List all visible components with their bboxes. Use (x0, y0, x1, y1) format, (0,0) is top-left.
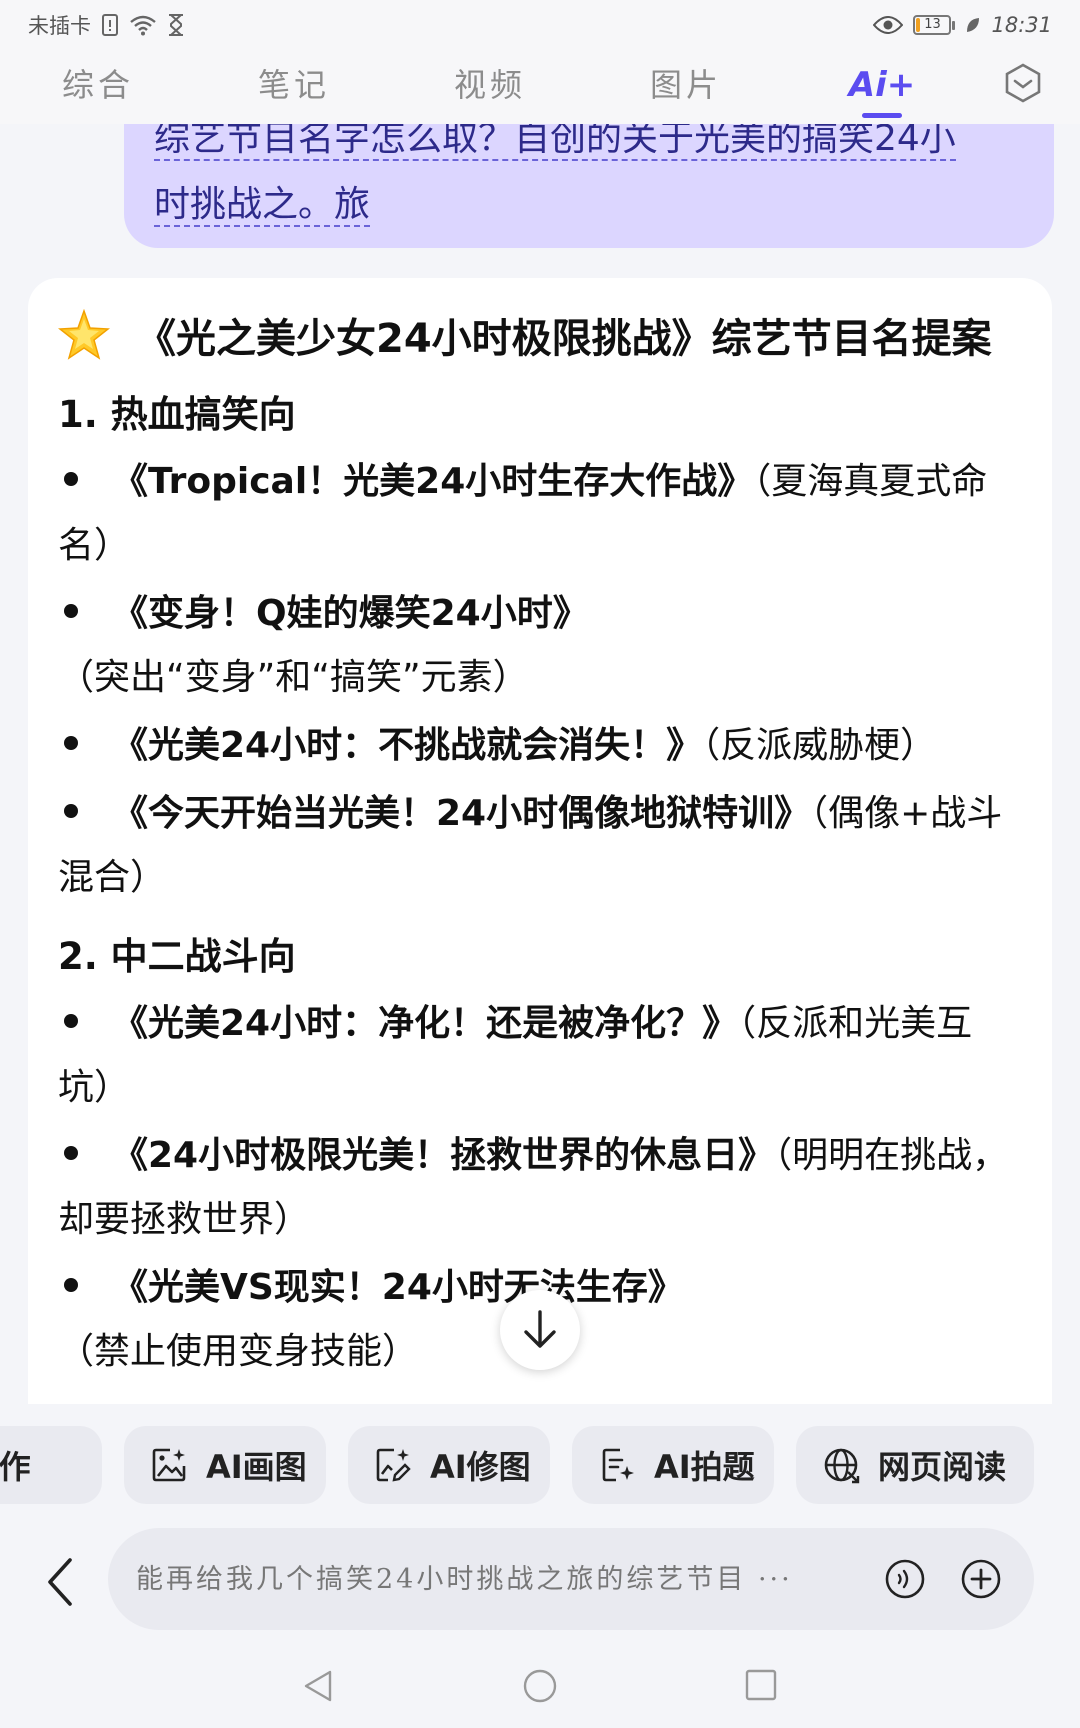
hexagon-menu-icon[interactable] (1002, 62, 1044, 104)
wifi-icon (130, 15, 156, 36)
tab-comprehensive[interactable]: 综合 (0, 50, 196, 124)
eye-icon (873, 16, 904, 34)
section-heading: 2. 中二战斗向 (58, 935, 296, 978)
tab-ai-plus[interactable]: Ai+ (784, 50, 980, 124)
item-name: 《Tropical！光美24小时生存大作战》 (112, 461, 754, 502)
answer-section-1: 1. 热血搞笑向 《Tropical！光美24小时生存大作战》（夏海真夏式命名）… (58, 384, 1024, 910)
item-name: 《变身！Q娃的爆笑24小时》 (112, 593, 589, 634)
arrow-down-icon (524, 1310, 556, 1348)
system-nav-bar (0, 1638, 1080, 1728)
clock-time: 18:31 (991, 13, 1052, 37)
list-item: 《变身！Q娃的爆笑24小时》 （突出“变身”和“搞笑”元素） (58, 582, 1024, 710)
voice-input-icon[interactable] (884, 1558, 926, 1600)
list-item: 《今天开始当光美！24小时偶像地狱特训》（偶像+战斗混合） (58, 782, 1024, 910)
tool-label: AI拍题 (654, 1448, 755, 1486)
item-name: 《光美VS现实！24小时无法生存》 (112, 1267, 684, 1308)
status-left: 未插卡 (28, 10, 185, 40)
star-emoji-icon (58, 309, 110, 360)
search-tab-bar: 综合 笔记 视频 图片 Ai+ (0, 50, 1080, 124)
list-item: 《24小时极限光美！拯救世界的休息日》（明明在挑战，却要拯救世界） (58, 1124, 1024, 1252)
list-item: 《光美24小时：净化！还是被净化？》（反派和光美互坑） (58, 992, 1024, 1120)
status-right: 13 18:31 (873, 13, 1052, 37)
message-input-container[interactable] (108, 1528, 1034, 1630)
input-row (0, 1528, 1080, 1638)
add-plus-icon[interactable] (960, 1558, 1002, 1600)
tool-label: 网页阅读 (878, 1448, 1007, 1486)
hourglass-icon (169, 14, 183, 36)
chat-area[interactable]: 综艺节目名字怎么取？自创的关于光美的搞笑24小 时挑战之。旅 《光之美少女24小… (0, 124, 1080, 1404)
user-message-line2: 时挑战之。旅 (154, 184, 371, 227)
leaf-icon (967, 18, 980, 32)
item-note: （禁止使用变身技能） (58, 1331, 419, 1372)
tab-images[interactable]: 图片 (588, 50, 784, 124)
list-item: 《Tropical！光美24小时生存大作战》（夏海真夏式命名） (58, 450, 1024, 578)
tool-web-reading[interactable]: 网页阅读 (796, 1426, 1034, 1504)
item-name: 《24小时极限光美！拯救世界的休息日》 (112, 1135, 775, 1176)
back-chevron-icon[interactable] (40, 1552, 80, 1612)
ai-answer-card: 《光之美少女24小时极限挑战》综艺节目名提案 1. 热血搞笑向 《Tropica… (28, 278, 1052, 1404)
status-bar: 未插卡 13 18:31 (0, 0, 1080, 50)
ai-tools-row[interactable]: AI写作 AI画图 AI修图 AI拍题 网页阅读 (0, 1404, 1080, 1528)
tool-label: AI画图 (206, 1448, 307, 1486)
battery-level-text: 13 (924, 17, 941, 32)
user-message-bubble[interactable]: 综艺节目名字怎么取？自创的关于光美的搞笑24小 时挑战之。旅 (124, 124, 1054, 248)
image-sparkle-icon (152, 1448, 186, 1482)
nav-home-circle-icon[interactable] (522, 1668, 558, 1704)
tool-ai-photo-question[interactable]: AI拍题 (572, 1426, 774, 1504)
scroll-to-bottom-button[interactable] (500, 1290, 580, 1370)
item-note: （反派威胁梗） (702, 725, 937, 766)
item-name: 《光美24小时：净化！还是被净化？》 (112, 1003, 739, 1044)
battery-icon: 13 (913, 15, 956, 35)
tool-label: AI修图 (430, 1448, 531, 1486)
tab-notes[interactable]: 笔记 (196, 50, 392, 124)
nav-recent-square-icon[interactable] (744, 1668, 778, 1702)
item-note: （突出“变身”和“搞笑”元素） (58, 657, 529, 698)
carrier-text: 未插卡 (28, 14, 91, 38)
document-sparkle-icon (602, 1448, 634, 1482)
item-name: 《今天开始当光美！24小时偶像地狱特训》 (112, 793, 811, 834)
globe-icon (824, 1448, 860, 1484)
sim-icon (102, 14, 118, 36)
tab-videos[interactable]: 视频 (392, 50, 588, 124)
tool-ai-writing[interactable]: AI写作 (0, 1426, 102, 1504)
message-input[interactable] (134, 1562, 838, 1596)
answer-title: 《光之美少女24小时极限挑战》综艺节目名提案 (136, 316, 992, 362)
image-edit-icon (376, 1448, 411, 1482)
user-message-line1: 综艺节目名字怎么取？自创的关于光美的搞笑24小 (154, 124, 956, 161)
tool-label: AI写作 (0, 1448, 31, 1486)
item-name: 《光美24小时：不挑战就会消失！》 (112, 725, 703, 766)
section-heading: 1. 热血搞笑向 (58, 393, 296, 436)
nav-back-triangle-icon[interactable] (300, 1668, 336, 1704)
answer-title-row: 《光之美少女24小时极限挑战》综艺节目名提案 (58, 302, 1024, 368)
tab-ai-plus-label: Ai+ (848, 65, 916, 105)
tool-ai-retouch[interactable]: AI修图 (348, 1426, 550, 1504)
tool-ai-drawing[interactable]: AI画图 (124, 1426, 326, 1504)
list-item: 《光美24小时：不挑战就会消失！》（反派威胁梗） (58, 714, 1024, 778)
